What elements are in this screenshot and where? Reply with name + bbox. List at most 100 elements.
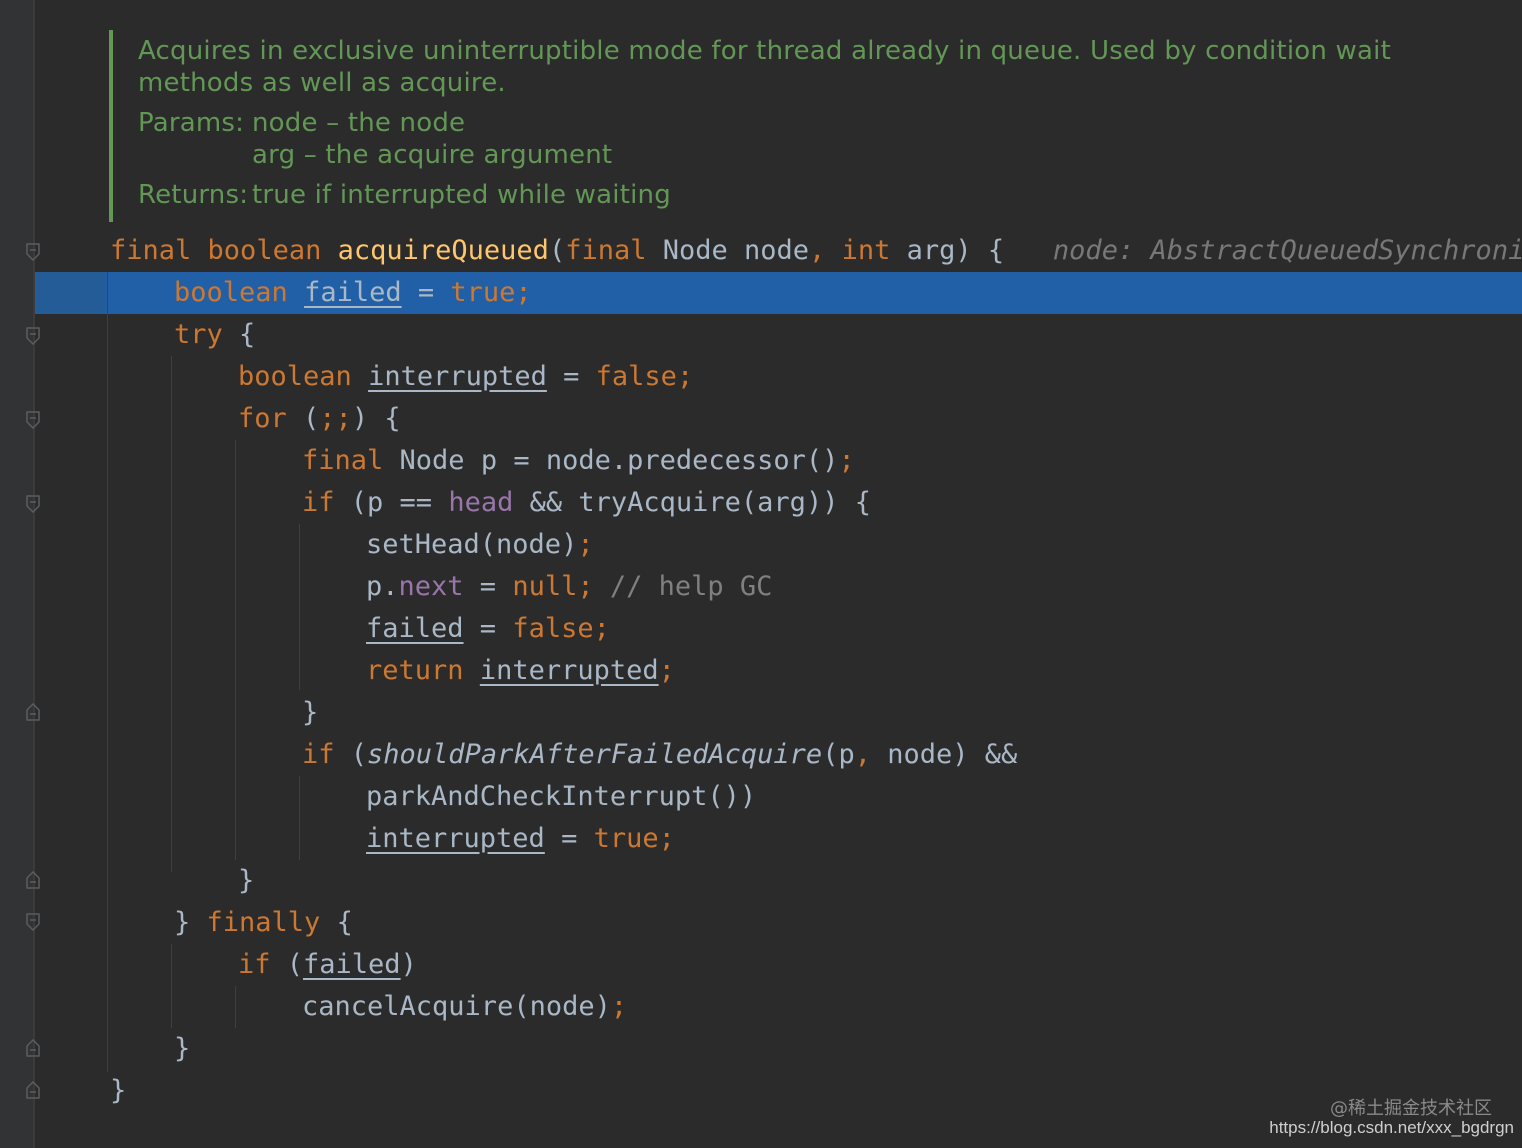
statement: setHead(node): [366, 529, 578, 560]
comma: ,: [854, 739, 871, 770]
code-line-10[interactable]: failed = false;: [366, 608, 610, 650]
javadoc-line-1: Acquires in exclusive uninterruptible mo…: [138, 36, 1391, 66]
var-interrupted: interrupted: [366, 823, 545, 854]
fold-collapse-icon[interactable]: [25, 411, 41, 429]
code-line-17[interactable]: } finally {: [174, 902, 353, 944]
code-line-4[interactable]: boolean interrupted = false;: [238, 356, 693, 398]
statement: parkAndCheckInterrupt()): [366, 781, 757, 812]
kw-false: false: [512, 613, 594, 644]
var-failed: failed: [303, 949, 401, 980]
code-line-6[interactable]: final Node p = node.predecessor();: [302, 440, 855, 482]
code-line-14[interactable]: parkAndCheckInterrupt()): [366, 776, 756, 818]
gutter-separator: [33, 0, 35, 1148]
code-line-9[interactable]: p.next = null; // help GC: [366, 566, 772, 608]
kw-null: null: [512, 571, 578, 602]
code-line-11[interactable]: return interrupted;: [366, 650, 675, 692]
semicolon: ;: [658, 823, 675, 854]
fold-collapse-icon[interactable]: [25, 243, 41, 261]
brace: }: [302, 697, 319, 728]
javadoc-param-node: node – the node: [252, 108, 466, 138]
condition: && tryAcquire(arg)) {: [513, 487, 871, 518]
semicolon: ;: [838, 445, 855, 476]
var-failed: failed: [366, 613, 464, 644]
code-line-7[interactable]: if (p == head && tryAcquire(arg)) {: [302, 482, 871, 524]
debug-inline-hint: node: AbstractQueuedSynchronize: [1052, 235, 1522, 266]
statement: cancelAcquire(node): [302, 991, 611, 1022]
code-line-21[interactable]: }: [110, 1070, 126, 1112]
brace: }: [174, 1033, 191, 1064]
code-line-5[interactable]: for (;;) {: [238, 398, 401, 440]
kw-final: final: [110, 235, 192, 266]
kw-for: for: [238, 403, 287, 434]
brace: }: [238, 865, 255, 896]
operator: =: [401, 277, 451, 308]
kw-boolean: boolean: [207, 235, 322, 266]
code-line-13[interactable]: if (shouldParkAfterFailedAcquire(p, node…: [302, 734, 1017, 776]
javadoc-line-2: methods as well as acquire.: [138, 68, 506, 98]
semicolon: ;: [610, 991, 628, 1022]
code-line-15[interactable]: interrupted = true;: [366, 818, 675, 860]
semicolon: ;: [676, 361, 694, 392]
var-failed: failed: [304, 277, 402, 308]
kw-boolean: boolean: [238, 361, 352, 392]
indent-guide: [299, 776, 300, 860]
fold-end-icon[interactable]: [25, 1081, 41, 1099]
code-line-12[interactable]: }: [302, 692, 318, 734]
code-line-3[interactable]: try {: [174, 314, 255, 356]
code-line-8[interactable]: setHead(node);: [366, 524, 594, 566]
fold-collapse-icon[interactable]: [25, 913, 41, 931]
args: node) &&: [870, 739, 1018, 770]
brace: {: [320, 907, 353, 938]
semicolon: ;: [593, 613, 610, 644]
code-line-2[interactable]: boolean failed = true;: [174, 272, 532, 314]
paren: (: [270, 949, 304, 980]
code-line-18[interactable]: if (failed): [238, 944, 417, 986]
brace: }: [174, 907, 207, 938]
kw-int: int: [825, 235, 891, 266]
method-name: acquireQueued: [337, 235, 549, 266]
indent-guide: [171, 356, 172, 872]
indent-guide: [107, 272, 108, 1072]
fold-end-icon[interactable]: [25, 1039, 41, 1057]
kw-try: try: [174, 319, 223, 350]
fold-collapse-icon[interactable]: [25, 327, 41, 345]
field-head: head: [448, 487, 514, 518]
code-line-19[interactable]: cancelAcquire(node);: [302, 986, 627, 1028]
var-interrupted: interrupted: [368, 361, 547, 392]
semicolon: ;: [577, 529, 594, 560]
fold-collapse-icon[interactable]: [25, 495, 41, 513]
operator: =: [546, 361, 596, 392]
indent-guide: [235, 440, 236, 860]
gutter: [0, 0, 33, 1148]
semicolon: ;: [658, 655, 675, 686]
kw-false: false: [595, 361, 677, 392]
var-p: p.: [366, 571, 399, 602]
code-line-16[interactable]: }: [238, 860, 254, 902]
kw-true: true: [593, 823, 659, 854]
var-interrupted: interrupted: [479, 655, 659, 686]
operator: =: [463, 571, 513, 602]
paren: ): [400, 949, 417, 980]
comma: ,: [809, 235, 826, 266]
javadoc-param-arg: arg – the acquire argument: [252, 140, 613, 170]
kw-if: if: [238, 949, 271, 980]
paren: (: [286, 403, 320, 434]
param-node: Node node: [646, 235, 810, 266]
fold-end-icon[interactable]: [25, 871, 41, 889]
operator: =: [544, 823, 594, 854]
statement: Node p = node.predecessor(): [383, 445, 839, 476]
semicolons: ;;: [319, 403, 352, 434]
paren: ) {: [351, 403, 401, 434]
javadoc-returns: true if interrupted while waiting: [252, 180, 671, 210]
indent-guide: [171, 944, 172, 1028]
fold-end-icon[interactable]: [25, 703, 41, 721]
param-arg: arg) {: [890, 235, 1005, 266]
watermark-juejin: @稀土掘金技术社区: [1330, 1098, 1492, 1119]
kw-boolean: boolean: [174, 277, 288, 308]
code-line-1[interactable]: final boolean acquireQueued(final Node n…: [110, 230, 1522, 272]
kw-if: if: [302, 487, 335, 518]
code-line-20[interactable]: }: [174, 1028, 190, 1070]
watermark-url: https://blog.csdn.net/xxx_bgdrgn: [1269, 1118, 1514, 1137]
semicolon: ;: [515, 277, 532, 308]
javadoc-returns-label: Returns:: [138, 180, 249, 210]
